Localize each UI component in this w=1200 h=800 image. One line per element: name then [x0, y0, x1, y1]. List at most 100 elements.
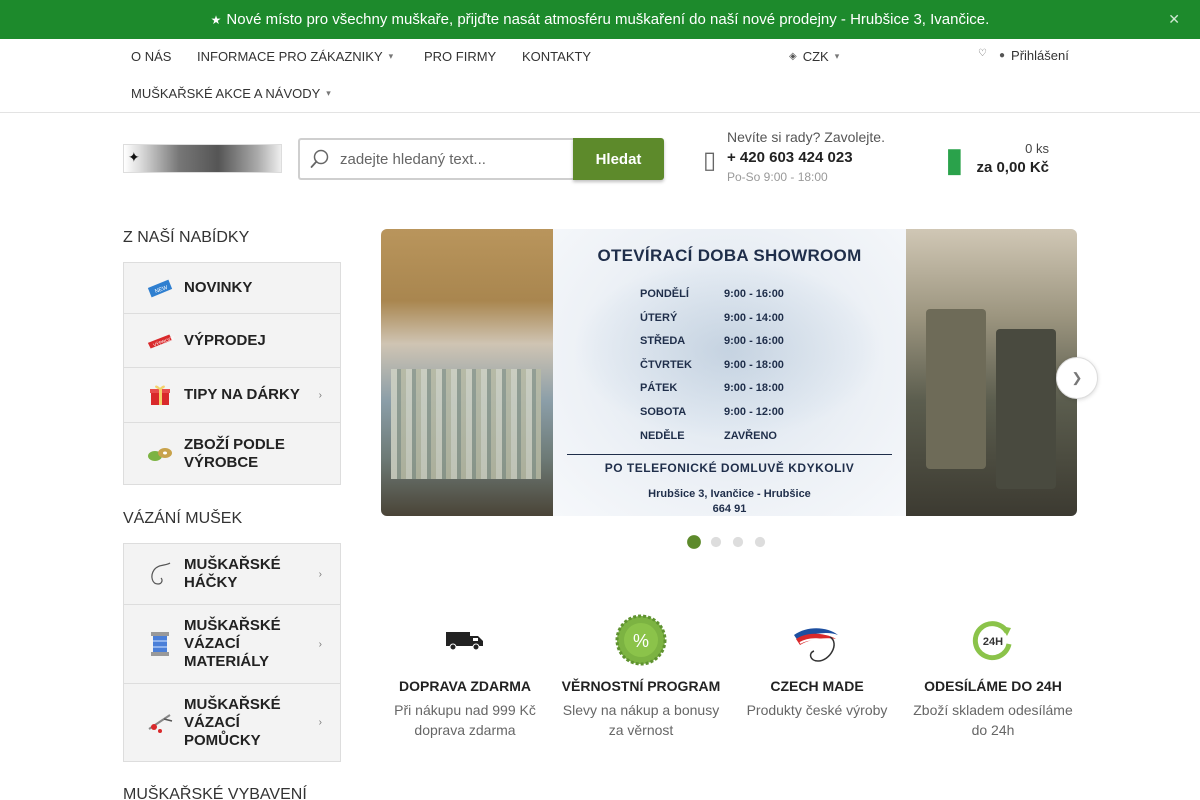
- gift-icon: [146, 383, 174, 407]
- sidebar-item-label: TIPY NA DÁRKY: [184, 386, 300, 403]
- benefit-free-shipping: DOPRAVA ZDARMA Při nákupu nad 999 Kč dop…: [380, 612, 550, 740]
- chevron-right-icon: ›: [318, 568, 322, 580]
- vise-tool-icon: [146, 711, 174, 735]
- benefit-title: VĚRNOSTNÍ PROGRAM: [561, 678, 721, 694]
- clothing-rack-image: [391, 369, 541, 479]
- sidebar-menu-offer: NEW NOVINKY VÝPRODEJ VÝPRODEJ TIPY NA DÁ…: [123, 262, 341, 485]
- contact-phone[interactable]: + 420 603 424 023: [727, 149, 885, 166]
- sidebar-item-vyprodej[interactable]: VÝPRODEJ VÝPRODEJ: [124, 314, 340, 368]
- benefit-text: Slevy na nákup a bonusy za věrnost: [562, 702, 720, 738]
- sidebar-item-zbozi-podle-vyrobce[interactable]: ZBOŽÍ PODLE VÝROBCE: [124, 423, 340, 484]
- opening-hours-panel: OTEVÍRACÍ DOBA SHOWROOM PONDĚLÍ 9:00 - 16…: [553, 229, 906, 516]
- hours-day: ČTVRTEK: [640, 358, 692, 371]
- nav-item-o-nas[interactable]: O NÁS: [131, 49, 171, 64]
- sidebar-menu-fly-tying: MUŠKAŘSKÉ HÁČKY › MUŠKAŘSKÉ VÁZACÍ MATER…: [123, 543, 341, 762]
- hours-time: ZAVŘENO: [724, 429, 777, 442]
- heart-icon: ♡: [978, 48, 987, 59]
- sidebar-item-vazaci-materialy[interactable]: MUŠKAŘSKÉ VÁZACÍ MATERIÁLY ›: [124, 605, 340, 684]
- waders-image: [926, 309, 986, 469]
- sidebar-item-label: VÝPRODEJ: [184, 331, 266, 349]
- sidebar-item-label: NOVINKY: [184, 279, 253, 296]
- chevron-right-icon: ›: [318, 389, 322, 401]
- showroom-photo-right: [906, 229, 1077, 516]
- benefit-text: Zboží skladem odesíláme do 24h: [913, 702, 1073, 738]
- sidebar-item-vazaci-pomucky[interactable]: MUŠKAŘSKÉ VÁZACÍ POMŮCKY ›: [124, 684, 340, 761]
- main-nav: O NÁS INFORMACE PRO ZÁKAZNIKY ▾ PRO FIRM…: [0, 39, 1200, 113]
- carousel-dot[interactable]: [732, 536, 744, 548]
- hours-day: SOBOTA: [640, 405, 687, 418]
- svg-text:%: %: [633, 631, 649, 651]
- thread-spool-icon: [146, 632, 174, 656]
- sidebar-item-label: MUŠKAŘSKÉ VÁZACÍ MATERIÁLY: [184, 617, 281, 670]
- site-logo[interactable]: ✦: [123, 144, 282, 173]
- phone-icon: ▯: [703, 147, 717, 174]
- hours-day: PONDĚLÍ: [640, 288, 689, 300]
- hours-day: PÁTEK: [640, 382, 678, 395]
- user-icon: ●: [999, 50, 1006, 61]
- carousel-dot[interactable]: [754, 536, 766, 548]
- spools-icon: [146, 442, 174, 466]
- login-label: Přihlášení: [1011, 48, 1069, 63]
- carousel-next-button[interactable]: ❯: [1056, 357, 1098, 399]
- hours-row: STŘEDA 9:00 - 16:00: [640, 335, 860, 359]
- banner-address: Hrubšice 3, Ivančice - Hrubšice 664 91: [553, 487, 906, 516]
- carousel-dot[interactable]: [710, 536, 722, 548]
- carousel-dots: [687, 535, 766, 549]
- sale-badge-icon: VÝPRODEJ: [146, 329, 174, 353]
- benefit-text: Produkty české výroby: [746, 702, 888, 718]
- contact-block: Nevíte si rady? Zavolejte. + 420 603 424…: [727, 129, 885, 184]
- banner-note: PO TELEFONICKÉ DOMLUVĚ KDYKOLIV: [604, 461, 855, 475]
- hours-row: PÁTEK 9:00 - 18:00: [640, 382, 860, 406]
- hours-time: 9:00 - 18:00: [724, 382, 784, 395]
- benefit-title: DOPRAVA ZDARMA: [399, 678, 531, 694]
- cart-count[interactable]: 0 ks: [950, 141, 1049, 156]
- sidebar-item-muskarske-hacky[interactable]: MUŠKAŘSKÉ HÁČKY ›: [124, 544, 340, 605]
- nav-item-informace[interactable]: INFORMACE PRO ZÁKAZNIKY ▾: [197, 49, 393, 64]
- hours-row: ČTVRTEK 9:00 - 18:00: [640, 359, 860, 383]
- chevron-down-icon: ▾: [326, 88, 331, 98]
- sidebar-section-title: MUŠKAŘSKÉ VYBAVENÍ: [123, 786, 307, 800]
- chevron-right-icon: ›: [318, 717, 322, 728]
- sidebar-item-label: ZBOŽÍ PODLE VÝROBCE: [184, 435, 285, 471]
- login-link[interactable]: ● Přihlášení: [999, 48, 1069, 63]
- hours-row: SOBOTA 9:00 - 12:00: [640, 406, 860, 430]
- hero-banner[interactable]: OTEVÍRACÍ DOBA SHOWROOM PONDĚLÍ 9:00 - 16…: [381, 229, 1077, 516]
- announcement-text: Nové místo pro všechny muškaře, přijďte …: [226, 11, 990, 28]
- sidebar-item-tipy-na-darky[interactable]: TIPY NA DÁRKY ›: [124, 368, 340, 423]
- nav-item-akce-navody[interactable]: MUŠKAŘSKÉ AKCE A NÁVODY ▾: [131, 86, 331, 101]
- chevron-down-icon: ▾: [388, 51, 394, 61]
- carousel-dot[interactable]: [687, 535, 701, 549]
- hours-time: 9:00 - 16:00: [724, 288, 784, 300]
- search-input[interactable]: [340, 140, 570, 178]
- new-badge-icon: NEW: [146, 276, 174, 300]
- wishlist-link[interactable]: ♡: [978, 48, 987, 59]
- clock-24h-icon: 24H: [908, 612, 1078, 668]
- nav-item-pro-firmy[interactable]: PRO FIRMY: [424, 49, 496, 64]
- currency-icon: ◈: [789, 51, 797, 62]
- showroom-photo-left: [381, 229, 553, 516]
- sidebar-item-novinky[interactable]: NEW NOVINKY: [124, 263, 340, 314]
- nav-item-label: INFORMACE PRO ZÁKAZNIKY: [197, 49, 383, 64]
- announcement-bar: ★ Nové místo pro všechny muškaře, přijďt…: [0, 0, 1200, 39]
- benefit-czech-made: CZECH MADE Produkty české výroby: [732, 622, 902, 720]
- nav-item-kontakty[interactable]: KONTAKTY: [522, 49, 591, 64]
- chevron-right-icon: ❯: [1071, 370, 1083, 385]
- close-icon[interactable]: ✕: [1168, 11, 1180, 28]
- sidebar-section-title: VÁZÁNÍ MUŠEK: [123, 510, 243, 527]
- nav-item-label: O NÁS: [131, 49, 172, 64]
- address-postcode: 664 91: [712, 503, 747, 515]
- percent-badge-icon: %: [556, 612, 726, 668]
- opening-hours-list: PONDĚLÍ 9:00 - 16:00 ÚTERÝ 9:00 - 14:00 ST…: [640, 288, 860, 453]
- sidebar-section-title: Z NAŠÍ NABÍDKY: [123, 229, 250, 246]
- currency-selector[interactable]: ◈ CZK ▾: [789, 49, 839, 64]
- cart-total[interactable]: za 0,00 Kč: [950, 159, 1049, 176]
- search-button[interactable]: Hledat: [573, 138, 664, 180]
- hook-icon: [146, 562, 174, 586]
- hours-row: PONDĚLÍ 9:00 - 16:00: [640, 288, 860, 312]
- nav-item-label: KONTAKTY: [522, 49, 592, 64]
- star-icon: ★: [210, 12, 222, 27]
- czech-fly-icon: [732, 622, 902, 668]
- hours-day: STŘEDA: [640, 335, 686, 348]
- address-line: Hrubšice 3, Ivančice - Hrubšice: [648, 488, 811, 500]
- jackets-image: [996, 329, 1056, 489]
